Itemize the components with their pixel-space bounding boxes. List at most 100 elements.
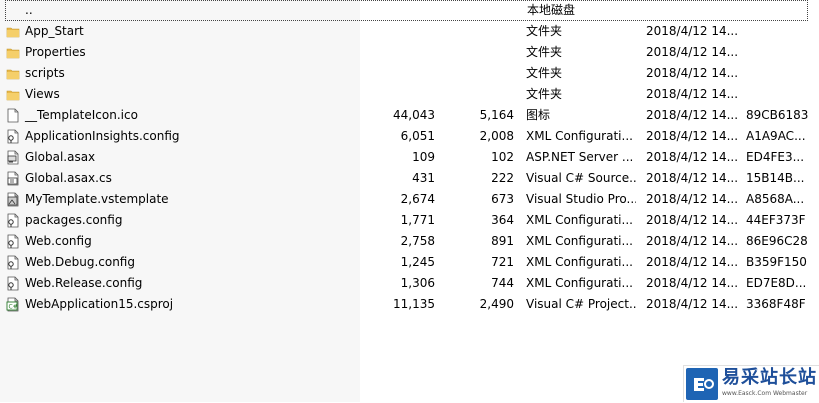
parent-row-type: 本地磁盘 (527, 3, 576, 17)
file-size: 6,051 (400, 129, 435, 143)
vstemplate-file-icon (6, 192, 20, 207)
file-type: 图标 (526, 108, 551, 122)
file-size: 44,043 (393, 108, 435, 122)
file-row[interactable]: Web.Release.config 1,306 744 XML Configurat… (0, 273, 819, 294)
file-packed-size: 2,008 (479, 129, 514, 143)
parent-directory-row[interactable]: .. 本地磁盘 (5, 0, 808, 21)
file-row[interactable]: Global.asax 109 102 ASP.NET Server ... 2018/… (0, 147, 819, 168)
folder-row[interactable]: App_Start 文件夹 2018/4/12 14... (0, 21, 819, 42)
file-type: Visual Studio Pro... (526, 192, 636, 206)
file-size: 2,674 (400, 192, 435, 206)
file-list: .. 本地磁盘 App_Start 文件夹 2018/4/12 14... Prope… (0, 0, 819, 315)
watermark-logo-icon (686, 368, 718, 400)
watermark-title: 易采站长站 (722, 367, 817, 388)
file-name: Web.config (25, 234, 92, 248)
parent-row-name: .. (25, 3, 33, 17)
folder-type: 文件夹 (526, 66, 563, 80)
file-type: ASP.NET Server ... (526, 150, 634, 164)
file-modified: 2018/4/12 14... (646, 192, 739, 206)
file-crc: 15B14B... (746, 171, 805, 185)
folder-type: 文件夹 (526, 24, 563, 38)
folder-name: scripts (25, 66, 65, 80)
file-type: XML Configurati... (526, 276, 633, 290)
file-size: 109 (412, 150, 435, 164)
file-size: 431 (412, 171, 435, 185)
file-packed-size: 673 (491, 192, 514, 206)
csproj-file-icon: C# (6, 297, 20, 312)
file-packed-size: 891 (491, 234, 514, 248)
file-row[interactable]: C# WebApplication15.csproj 11,135 2,490 Visu… (0, 294, 819, 315)
folder-icon (6, 45, 20, 60)
folder-row[interactable]: Properties 文件夹 2018/4/12 14... (0, 42, 819, 63)
folder-icon (6, 87, 20, 102)
asax-file-icon (6, 150, 20, 165)
folder-type: 文件夹 (526, 45, 563, 59)
file-crc: B359F150 (746, 255, 807, 269)
folder-modified: 2018/4/12 14... (646, 24, 739, 38)
file-packed-size: 102 (491, 150, 514, 164)
file-modified: 2018/4/12 14... (646, 213, 739, 227)
blank-file-icon (6, 108, 20, 123)
config-file-icon (6, 234, 20, 249)
file-type: XML Configurati... (526, 213, 633, 227)
folder-name: Properties (25, 45, 86, 59)
file-modified: 2018/4/12 14... (646, 276, 739, 290)
file-rows: App_Start 文件夹 2018/4/12 14... Properties 文件夹… (0, 21, 819, 315)
file-name: Web.Debug.config (25, 255, 135, 269)
file-modified: 2018/4/12 14... (646, 255, 739, 269)
file-crc: ED4FE3... (746, 150, 805, 164)
config-file-icon (6, 255, 20, 270)
file-row[interactable]: Global.asax.cs 431 222 Visual C# Source... 2… (0, 168, 819, 189)
config-file-icon (6, 213, 20, 228)
file-size: 1,771 (400, 213, 435, 227)
file-packed-size: 222 (491, 171, 514, 185)
file-crc: 89CB6183 (746, 108, 809, 122)
file-name: WebApplication15.csproj (25, 297, 174, 311)
file-name: Web.Release.config (25, 276, 143, 290)
folder-name: Views (25, 87, 60, 101)
file-packed-size: 744 (491, 276, 514, 290)
file-row[interactable]: Web.Debug.config 1,245 721 XML Configurati.… (0, 252, 819, 273)
file-row[interactable]: packages.config 1,771 364 XML Configurati..… (0, 210, 819, 231)
file-size: 1,306 (400, 276, 435, 290)
file-crc: 86E96C28 (746, 234, 808, 248)
file-type: XML Configurati... (526, 129, 633, 143)
folder-icon (6, 24, 20, 39)
file-row[interactable]: Web.config 2,758 891 XML Configurati... 2018… (0, 231, 819, 252)
file-crc: A8568A... (746, 192, 805, 206)
folder-name: App_Start (25, 24, 84, 38)
file-modified: 2018/4/12 14... (646, 150, 739, 164)
config-file-icon (6, 129, 20, 144)
folder-icon (6, 66, 20, 81)
file-name: MyTemplate.vstemplate (25, 192, 169, 206)
file-size: 2,758 (400, 234, 435, 248)
file-modified: 2018/4/12 14... (646, 171, 739, 185)
file-packed-size: 364 (491, 213, 514, 227)
file-name: packages.config (25, 213, 123, 227)
file-type: Visual C# Project... (526, 297, 636, 311)
file-name: Global.asax (25, 150, 96, 164)
file-crc: 3368F48F (746, 297, 806, 311)
folder-type: 文件夹 (526, 87, 563, 101)
site-watermark: 易采站长站 www.Easck.Com Webmaster (683, 365, 819, 402)
file-type: XML Configurati... (526, 255, 633, 269)
file-packed-size: 2,490 (479, 297, 514, 311)
file-row[interactable]: MyTemplate.vstemplate 2,674 673 Visual Stud… (0, 189, 819, 210)
file-size: 11,135 (393, 297, 435, 311)
folder-row[interactable]: Views 文件夹 2018/4/12 14... (0, 84, 819, 105)
folder-modified: 2018/4/12 14... (646, 87, 739, 101)
file-name: ApplicationInsights.config (25, 129, 180, 143)
file-modified: 2018/4/12 14... (646, 234, 739, 248)
folder-row[interactable]: scripts 文件夹 2018/4/12 14... (0, 63, 819, 84)
file-packed-size: 5,164 (479, 108, 514, 122)
watermark-subtitle: www.Easck.Com Webmaster (722, 390, 808, 397)
file-crc: 44EF373F (746, 213, 806, 227)
file-type: XML Configurati... (526, 234, 633, 248)
file-row[interactable]: ApplicationInsights.config 6,051 2,008 XML … (0, 126, 819, 147)
file-size: 1,245 (400, 255, 435, 269)
file-modified: 2018/4/12 14... (646, 108, 739, 122)
file-modified: 2018/4/12 14... (646, 297, 739, 311)
folder-modified: 2018/4/12 14... (646, 45, 739, 59)
file-row[interactable]: __TemplateIcon.ico 44,043 5,164 图标 2018/4/12… (0, 105, 819, 126)
file-name: Global.asax.cs (25, 171, 112, 185)
